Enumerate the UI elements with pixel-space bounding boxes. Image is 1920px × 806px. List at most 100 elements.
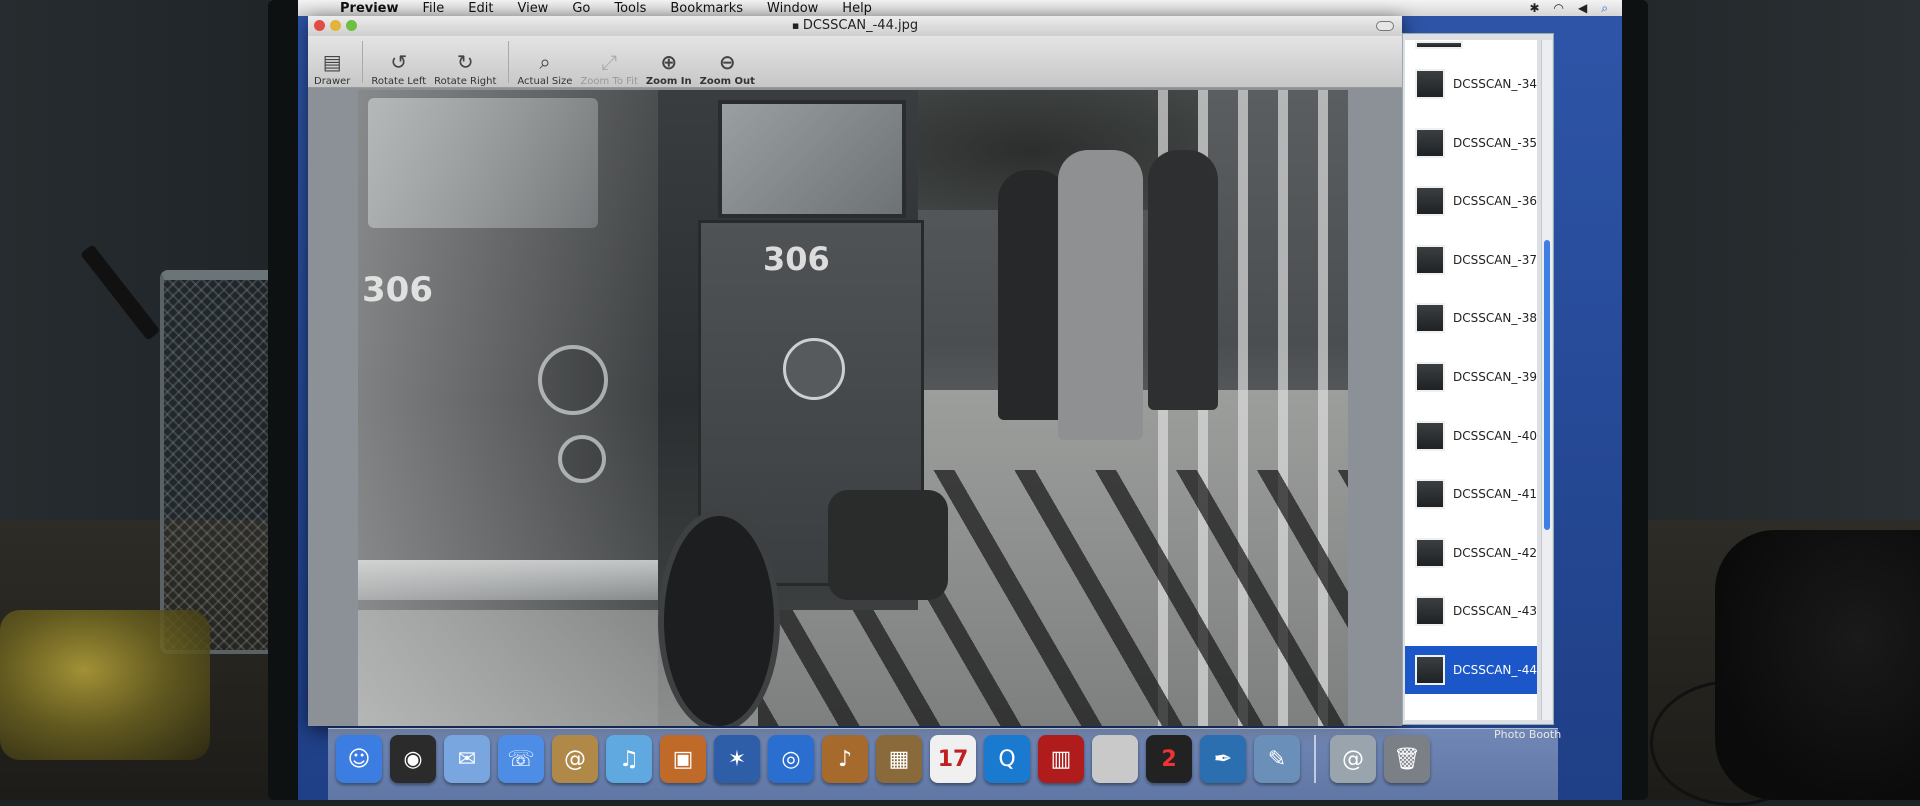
zoom-to-fit-icon: ⤢ xyxy=(601,50,618,74)
thumbnail-label: DCSSCAN_-36 xyxy=(1452,194,1537,209)
rotate-right-icon: ↻ xyxy=(456,50,474,74)
thumbnail-item[interactable]: DCSSCAN_-40 xyxy=(1405,412,1537,460)
ichat-icon[interactable]: ☏ xyxy=(498,735,544,783)
thumbnail-item[interactable]: DCSSCAN_-34 xyxy=(1405,60,1537,108)
thumbnail-image xyxy=(1415,655,1445,685)
thumbnail-image xyxy=(1415,244,1445,275)
address-book-icon[interactable]: @ xyxy=(552,735,598,783)
mail-stamp-icon[interactable]: ✉ xyxy=(444,735,490,783)
photo-booth-icon[interactable]: ▥ xyxy=(1038,735,1084,783)
thumbnail-label: DCSSCAN_-43 xyxy=(1452,604,1537,619)
imovie-icon[interactable]: ✶ xyxy=(714,735,760,783)
thumbnail-label: DCSSCAN_-37 xyxy=(1452,252,1537,267)
ical-icon[interactable]: 17 xyxy=(930,735,976,783)
idvd-icon[interactable]: ◎ xyxy=(768,735,814,783)
truck-tire xyxy=(658,510,780,726)
thumbnail-image xyxy=(1415,127,1445,158)
bluetooth-icon[interactable]: ✱ xyxy=(1529,1,1539,16)
trash-icon[interactable]: 🗑 xyxy=(1384,735,1430,783)
screen: Preview File Edit View Go Tools Bookmark… xyxy=(298,0,1622,800)
thumbnail-label: DCSSCAN_-42 xyxy=(1452,545,1537,560)
rotate-right-button[interactable]: ↻ Rotate Right xyxy=(434,39,496,87)
zoom-out-button[interactable]: ⊖ Zoom Out xyxy=(700,39,755,87)
rotate-left-button[interactable]: ↺ Rotate Left xyxy=(371,39,426,87)
garageband-icon[interactable]: ♪ xyxy=(822,735,868,783)
thumbnail-item[interactable]: DCSSCAN_-39 xyxy=(1405,353,1537,401)
actual-size-label: Actual Size xyxy=(517,76,573,87)
thumbnail-label: DCSSCAN_-44 xyxy=(1452,663,1537,677)
menu-edit[interactable]: Edit xyxy=(456,1,505,16)
system-preferences-icon[interactable] xyxy=(1092,735,1138,783)
window-controls xyxy=(314,20,357,31)
zoom-to-fit-button[interactable]: ⤢ Zoom To Fit xyxy=(580,39,637,87)
scrollbar-knob[interactable] xyxy=(1544,240,1550,530)
menu-bar: Preview File Edit View Go Tools Bookmark… xyxy=(298,0,1622,16)
finder-icon[interactable]: ☺ xyxy=(336,735,382,783)
document-view[interactable]: 306 306 xyxy=(308,88,1402,726)
volume-icon[interactable]: ◀ xyxy=(1578,1,1587,16)
menu-view[interactable]: View xyxy=(505,1,560,16)
soldier-figure xyxy=(1058,150,1143,440)
wifi-icon[interactable]: ◠ xyxy=(1554,1,1564,16)
mail-icon[interactable]: @ xyxy=(1330,735,1376,783)
dock-tooltip: Photo Booth xyxy=(1494,728,1562,741)
thumbnail-label: DCSSCAN_-34 xyxy=(1452,77,1537,91)
thumbnail-item[interactable]: DCSSCAN_-35 xyxy=(1405,119,1537,167)
rotate-left-label: Rotate Left xyxy=(371,76,427,87)
dock: ☺ ◉ ✉ ☏ @ ♫ ▣ ✶ ◎ ♪ ▦ 17 Q ▥ 2 ✒ ✎ @ 🗑 xyxy=(328,728,1558,800)
minimize-button[interactable] xyxy=(330,20,341,31)
iphoto-icon[interactable]: ▣ xyxy=(660,735,706,783)
menu-app-name[interactable]: Preview xyxy=(328,1,411,16)
document-icon: ▪ xyxy=(791,19,803,32)
thumbnail-item[interactable]: DCSSCAN_-41 xyxy=(1405,470,1537,518)
dashboard-icon[interactable]: ◉ xyxy=(390,735,436,783)
zoom-out-icon: ⊖ xyxy=(718,50,736,74)
door-emblem xyxy=(783,338,845,400)
menu-tools[interactable]: Tools xyxy=(602,1,658,16)
photo-glare xyxy=(358,90,658,726)
thumbnail-item[interactable]: DCSSCAN_-44 xyxy=(1405,646,1537,694)
thumbnail-image xyxy=(1415,303,1445,334)
iweb-icon[interactable]: ▦ xyxy=(876,735,922,783)
truck-door-window xyxy=(718,100,906,218)
woman-figure xyxy=(1148,150,1218,410)
thumbnail-item[interactable]: DCSSCAN_-37 xyxy=(1405,236,1537,284)
zoom-button[interactable] xyxy=(346,20,357,31)
menu-window[interactable]: Window xyxy=(755,1,830,16)
preview-icon[interactable]: ✎ xyxy=(1254,735,1300,783)
menu-bookmarks[interactable]: Bookmarks xyxy=(658,1,755,16)
drawer-button[interactable]: ▤ Drawer xyxy=(314,39,350,87)
thumbnail-list: DCSSCAN_-34 DCSSCAN_-35 DCSSCAN_-36 DCSSCAN… xyxy=(1405,40,1537,720)
toolbar-toggle-button[interactable] xyxy=(1376,21,1394,31)
menu-go[interactable]: Go xyxy=(560,1,602,16)
thumbnail-item[interactable]: DCSSCAN_-38 xyxy=(1405,294,1537,342)
zoom-to-fit-label: Zoom To Fit xyxy=(580,76,638,87)
itunes-icon[interactable]: ♫ xyxy=(606,735,652,783)
thumbnail-drawer: DCSSCAN_-34 DCSSCAN_-35 DCSSCAN_-36 DCSSCAN… xyxy=(1402,33,1554,725)
drawer-scrollbar[interactable] xyxy=(1541,40,1552,720)
thumbnail-image xyxy=(1415,479,1445,510)
close-button[interactable] xyxy=(314,20,325,31)
thumbnail-item[interactable]: DCSSCAN_-42 xyxy=(1405,529,1537,577)
ashtray xyxy=(0,610,210,760)
menu-file[interactable]: File xyxy=(411,1,457,16)
quicktime-icon[interactable]: Q xyxy=(984,735,1030,783)
actual-size-icon: ⌕ xyxy=(539,50,551,74)
dock-separator xyxy=(1314,735,1316,783)
zoom-in-button[interactable]: ⊕ Zoom In xyxy=(646,39,692,87)
iphoto-2-icon[interactable]: 2 xyxy=(1146,735,1192,783)
feather-icon[interactable]: ✒ xyxy=(1200,735,1246,783)
thumbnail-item[interactable] xyxy=(1405,40,1537,50)
actual-size-button[interactable]: ⌕ Actual Size xyxy=(517,39,572,87)
thumbnail-image xyxy=(1415,362,1445,392)
window-title: DCSSCAN_-44.jpg xyxy=(802,18,919,33)
zoom-in-icon: ⊕ xyxy=(660,50,678,74)
thumbnail-label: DCSSCAN_-38 xyxy=(1452,311,1537,326)
window-titlebar: ▪ DCSSCAN_-44.jpg xyxy=(308,16,1402,36)
thumbnail-image xyxy=(1415,596,1445,627)
thumbnail-item[interactable]: DCSSCAN_-43 xyxy=(1405,587,1537,635)
toolbar-separator xyxy=(508,41,510,83)
thumbnail-item[interactable]: DCSSCAN_-36 xyxy=(1405,177,1537,225)
spotlight-icon[interactable]: ⌕ xyxy=(1601,1,1608,16)
menu-help[interactable]: Help xyxy=(830,1,884,16)
